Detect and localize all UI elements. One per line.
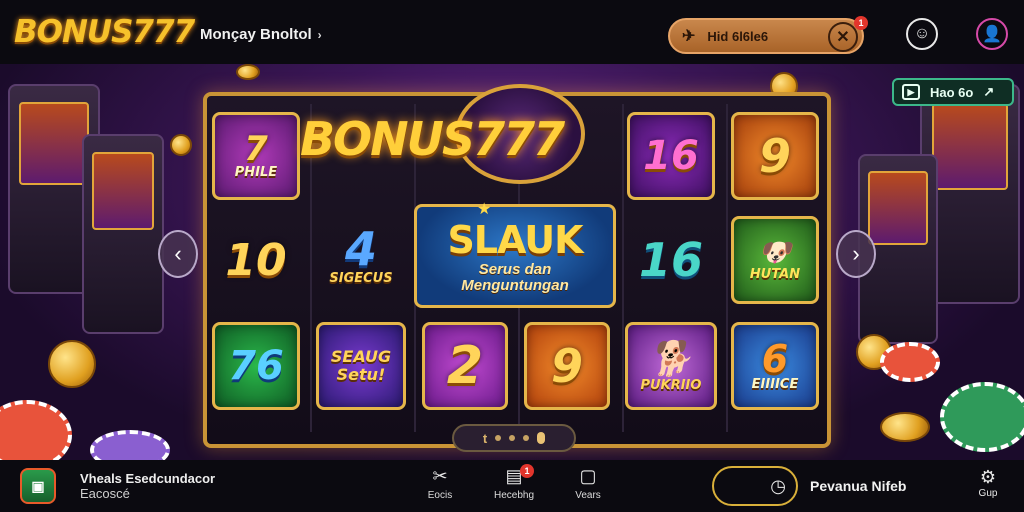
tools-icon: ✂ [432,466,448,486]
slot-tile[interactable]: 🐶 HUTAN [731,216,819,304]
demo-button[interactable]: ▶ Hao 6o ↗ [892,78,1014,106]
app-title: Vheals Esedcundacor Eacoscé [80,471,216,501]
prev-arrow-button[interactable]: ‹ [158,230,198,278]
bottom-nav-item[interactable]: ✂ Eocis [412,466,468,501]
bottom-nav-item[interactable]: ▢ Vears [560,466,616,501]
play-icon: ▶ [902,84,920,100]
close-icon[interactable]: ✕ [828,22,858,52]
chat-icon: ▢ [579,466,597,486]
slot-tile[interactable]: 16 [627,216,715,304]
site-logo[interactable]: BONUS777 [14,14,195,50]
arrow-icon: ↗ [983,84,995,99]
app-icon[interactable]: ▣ [20,468,56,504]
dog-icon: 🐕 [649,338,693,379]
smile-icon[interactable]: ☺ [906,18,938,50]
star-icon: ★ [477,201,492,218]
cta-label[interactable]: Pevanua Nifeb [810,478,906,494]
slot-tile[interactable]: SEAUG Setu! [316,322,406,410]
slot-tile[interactable]: 4 SIGECUS [316,210,406,302]
slot-tile[interactable]: 2 [422,322,508,410]
carousel-pager[interactable]: t [452,424,576,452]
pager-symbol: t [482,430,488,446]
poker-chip [940,382,1024,452]
poker-chip [880,342,940,382]
app-root: BONUS777 7 PHILE 16 9 10 4 SIGECUS ★ SLA… [0,0,1024,512]
coin-decoration [236,64,260,80]
user-icon[interactable]: 👤 [976,18,1008,50]
pager-dot-active[interactable] [537,432,546,444]
nav-badge: 1 [520,464,534,478]
chevron-right-icon: › [317,27,322,42]
promo-pill-button[interactable]: ✈ Hid 6l6le6 ✕ 1 [668,16,868,54]
pager-dot[interactable] [523,435,530,441]
slot-tile[interactable]: 16 [627,112,715,200]
coin-decoration [48,340,96,388]
nav-menu-link[interactable]: Monçay Bnoltol › [200,26,322,43]
top-bar: BONUS777 Monçay Bnoltol › ✈ Hid 6l6le6 ✕… [0,0,1024,64]
pager-dot[interactable] [509,435,516,441]
next-arrow-button[interactable]: › [836,230,876,278]
promo-badge: 1 [854,16,868,30]
slot-tile[interactable]: 10 [212,216,300,304]
slot-tile[interactable]: 9 [731,112,819,200]
slot-tile[interactable]: 7 PHILE [212,112,300,200]
bottom-bar: ▣ Vheals Esedcundacor Eacoscé ✂ Eocis ▤ … [0,460,1024,512]
pager-dot[interactable] [495,435,502,441]
slot-tile[interactable]: 9 [524,322,610,410]
clock-icon: ◷ [770,475,786,496]
settings-button[interactable]: ⚙ Gup [970,466,1006,499]
coin-decoration [880,412,930,442]
arcade-machine-left2 [82,134,164,334]
ticket-icon: ✈ [682,28,696,45]
cta-button[interactable]: ◷ [712,466,798,506]
slot-tile[interactable]: 🐕 PUKRIIO [625,322,717,410]
slot-tile[interactable]: 6 EIIIICE [731,322,819,410]
coin-decoration [170,134,192,156]
slot-tile[interactable]: 76 [212,322,300,410]
dog-icon: 🐶 [758,237,792,268]
bottom-nav-item[interactable]: ▤ Hecebhg 1 [486,464,542,501]
gear-icon: ⚙ [979,467,997,487]
feature-banner[interactable]: ★ SLAUK Serus dan Menguntungan [414,201,616,308]
slot-banner-logo: BONUS777 [300,112,565,166]
